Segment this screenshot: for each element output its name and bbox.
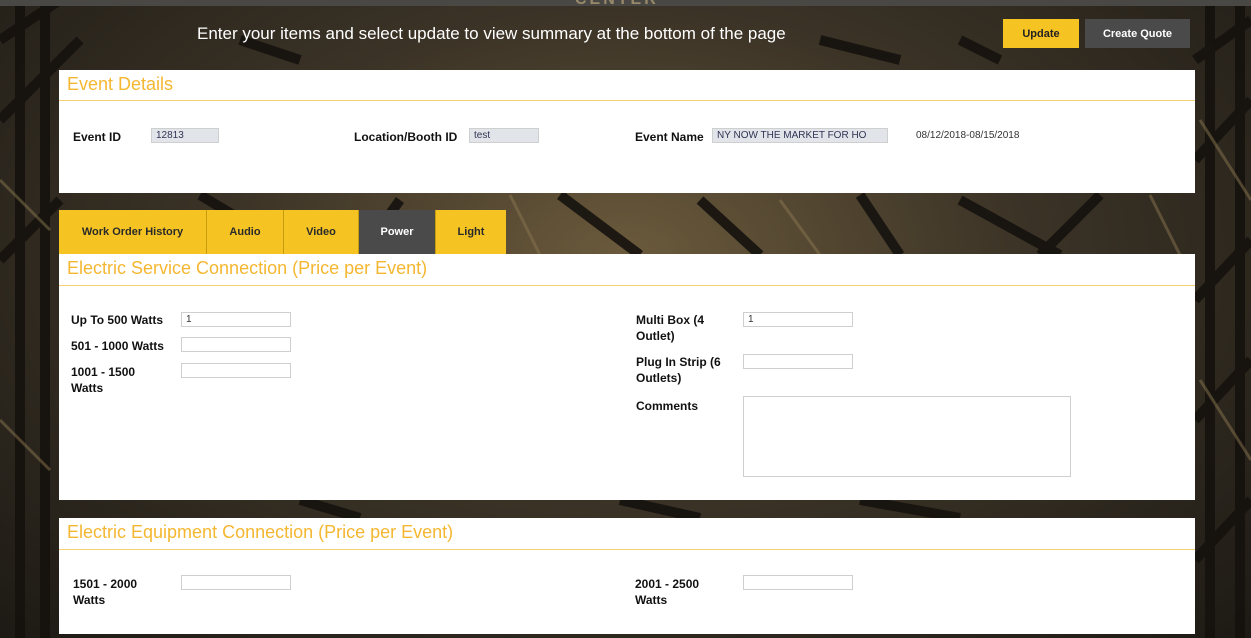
event-id-field[interactable] [151, 128, 219, 143]
comments-label: Comments [636, 399, 699, 413]
tab-video[interactable]: Video [284, 210, 359, 254]
event-id-label: Event ID [73, 130, 122, 144]
instruction-text: Enter your items and select update to vi… [197, 24, 786, 43]
comments-textarea[interactable] [743, 396, 1071, 477]
plug-in-strip-label: Plug In Strip (6 Outlets) [636, 355, 721, 385]
site-logo: CENTER [575, 0, 659, 9]
event-details-panel: Event Details Event ID Location/Booth ID… [59, 70, 1195, 193]
501-1000-input[interactable] [181, 337, 291, 352]
event-name-field[interactable] [712, 128, 888, 143]
2001-2500-input[interactable] [743, 575, 853, 590]
up-to-500-input[interactable] [181, 312, 291, 327]
event-name-label: Event Name [635, 130, 704, 144]
tab-audio[interactable]: Audio [207, 210, 284, 254]
up-to-500-label: Up To 500 Watts [71, 313, 164, 327]
service-connection-title: Electric Service Connection (Price per E… [59, 254, 1195, 286]
2001-2500-label: 2001 - 2500 Watts [635, 577, 700, 607]
plug-in-strip-input[interactable] [743, 354, 853, 369]
1001-1500-label: 1001 - 1500 Watts [71, 365, 136, 395]
event-date-range: 08/12/2018-08/15/2018 [916, 130, 1020, 141]
equipment-connection-title: Electric Equipment Connection (Price per… [59, 518, 1195, 550]
equipment-connection-panel: Electric Equipment Connection (Price per… [59, 518, 1195, 634]
501-1000-label: 501 - 1000 Watts [71, 339, 164, 353]
multi-box-input[interactable] [743, 312, 853, 327]
1001-1500-input[interactable] [181, 363, 291, 378]
update-button[interactable]: Update [1003, 19, 1079, 48]
1501-2000-label: 1501 - 2000 Watts [73, 577, 138, 607]
tab-light[interactable]: Light [436, 210, 506, 254]
1501-2000-input[interactable] [181, 575, 291, 590]
create-quote-button[interactable]: Create Quote [1085, 19, 1190, 48]
service-connection-panel: Electric Service Connection (Price per E… [59, 254, 1195, 500]
location-booth-field[interactable] [469, 128, 539, 143]
tab-power[interactable]: Power [359, 210, 436, 254]
location-booth-label: Location/Booth ID [354, 130, 458, 144]
multi-box-label: Multi Box (4 Outlet) [636, 313, 704, 343]
category-tabs: Work Order History Audio Video Power Lig… [59, 210, 506, 254]
tab-work-order-history[interactable]: Work Order History [59, 210, 207, 254]
event-details-title: Event Details [59, 70, 1195, 101]
